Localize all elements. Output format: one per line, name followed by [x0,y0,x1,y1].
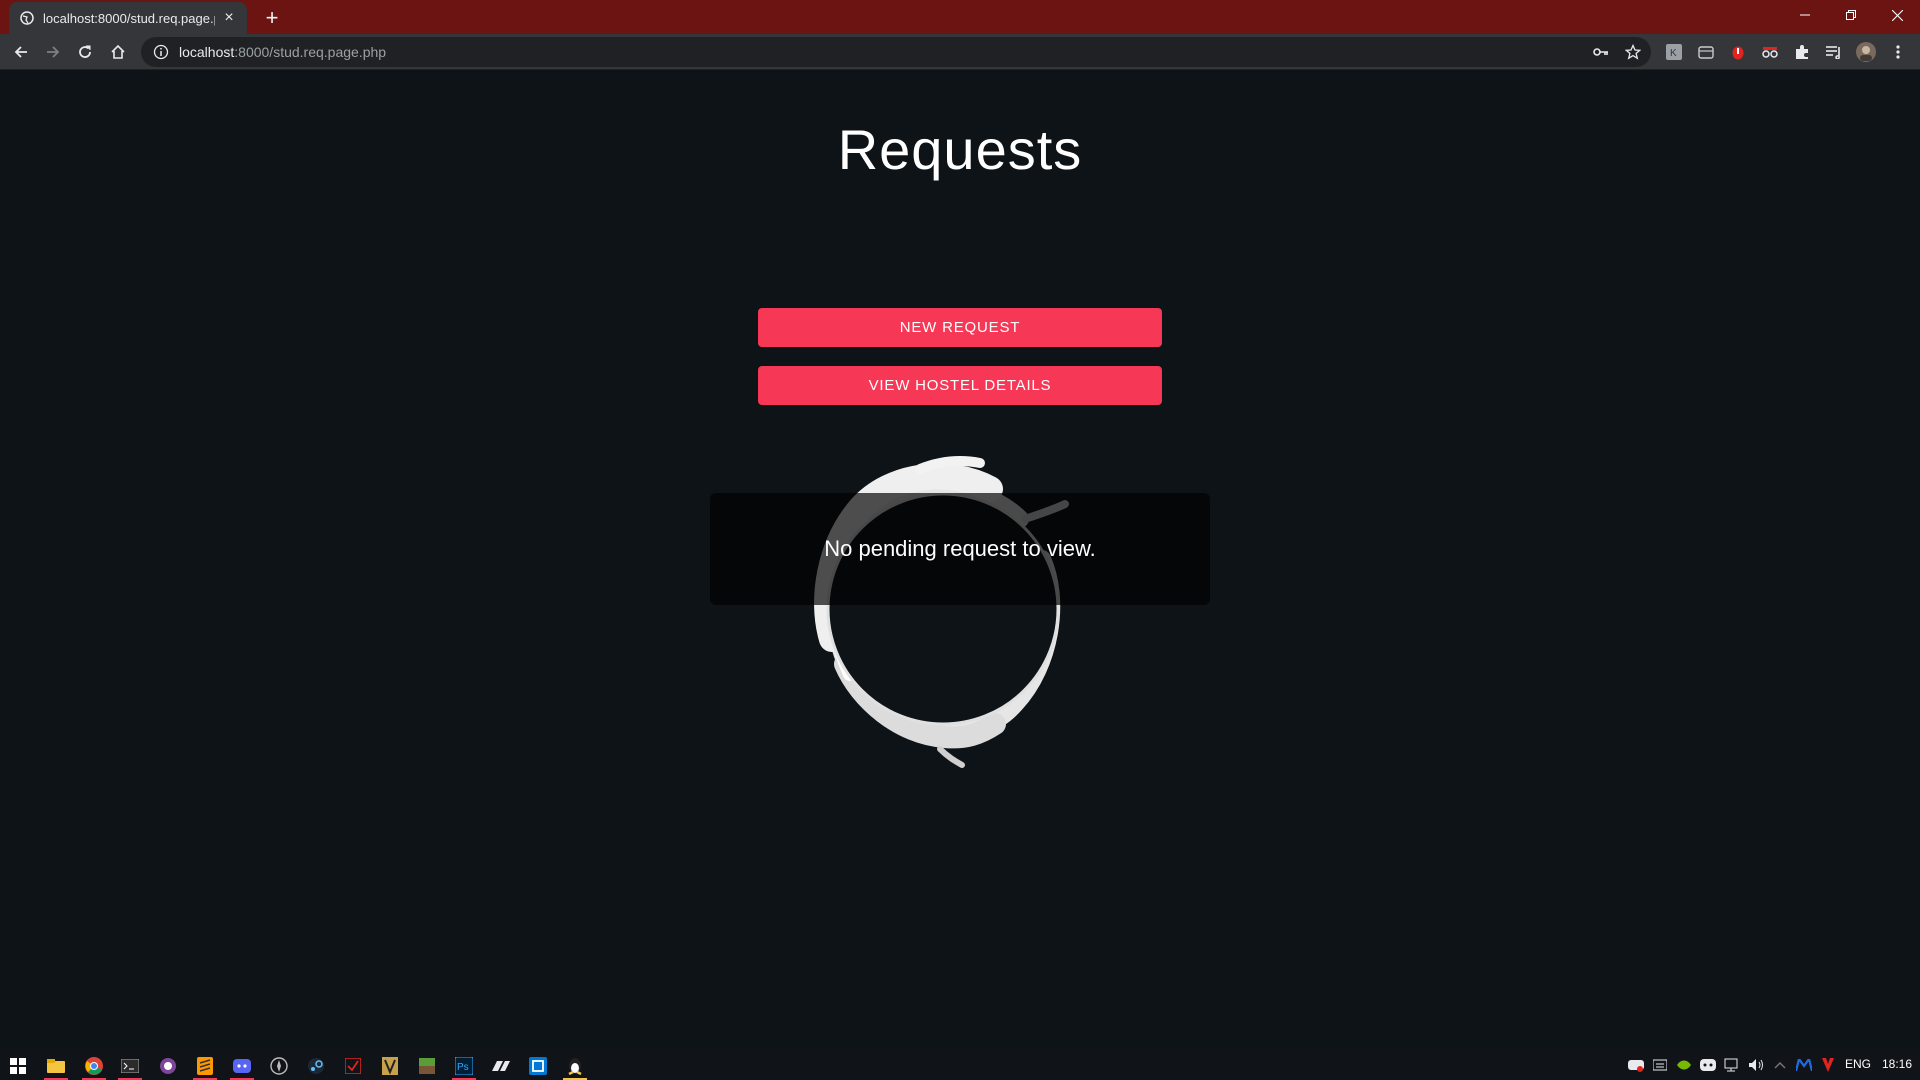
steam-icon[interactable] [298,1052,334,1080]
address-bar[interactable]: localhost :8000/stud.req.page.php [141,37,1651,67]
restore-icon[interactable] [1828,0,1874,30]
language-indicator[interactable]: ENG [1845,1057,1871,1071]
windows-start-icon[interactable] [0,1052,36,1080]
url-host: localhost [179,44,235,60]
linux-penguin-icon[interactable] [557,1052,593,1080]
photoshop-icon[interactable]: Ps [446,1052,482,1080]
close-window-icon[interactable] [1874,0,1920,30]
globe-icon [19,10,35,26]
star-icon[interactable] [1623,42,1643,62]
info-icon[interactable] [153,44,169,60]
check-app-icon[interactable] [335,1052,371,1080]
windows-taskbar: Ps ENG 18:16 [0,1049,1920,1080]
game-launcher-icon[interactable] [372,1052,408,1080]
close-tab-icon[interactable]: × [221,9,237,26]
minecraft-icon[interactable] [409,1052,445,1080]
menu-dots-icon[interactable] [1888,42,1908,62]
tray-app-icon[interactable] [1627,1056,1645,1074]
clock[interactable]: 18:16 [1882,1057,1912,1071]
discord-tray-icon[interactable] [1699,1056,1717,1074]
volume-icon[interactable] [1747,1056,1765,1074]
compass-icon[interactable] [261,1052,297,1080]
chevron-up-icon[interactable] [1771,1056,1789,1074]
puzzle-icon[interactable] [1792,42,1812,62]
browser-tab[interactable]: localhost:8000/stud.req.page.php × [9,2,247,34]
forward-icon[interactable] [39,38,67,66]
home-icon[interactable] [104,38,132,66]
svg-text:Ps: Ps [457,1062,469,1073]
empty-state-message: No pending request to view. [824,536,1096,561]
sublime-text-icon[interactable] [187,1052,223,1080]
back-icon[interactable] [7,38,35,66]
url-path: :8000/stud.req.page.php [234,44,387,60]
extension-spy-icon[interactable] [1760,42,1780,62]
nvidia-icon[interactable] [1675,1056,1693,1074]
browser-toolbar: localhost :8000/stud.req.page.php K [0,34,1920,70]
racing-game-icon[interactable] [483,1052,519,1080]
mail-tray-icon[interactable] [1795,1056,1813,1074]
chrome-icon[interactable] [76,1052,112,1080]
extension-hand-icon[interactable] [1728,42,1748,62]
view-hostel-details-button[interactable]: VIEW HOSTEL DETAILS [758,366,1162,405]
network-icon[interactable] [1723,1056,1741,1074]
extension-box-icon[interactable] [1696,42,1716,62]
tab-title: localhost:8000/stud.req.page.php [43,10,215,26]
minimize-icon[interactable] [1782,0,1828,30]
antivirus-tray-icon[interactable] [1819,1056,1837,1074]
profile-avatar[interactable] [1856,42,1876,62]
media-queue-icon[interactable] [1824,42,1844,62]
svg-text:K: K [1670,48,1677,59]
file-explorer-icon[interactable] [38,1052,74,1080]
new-request-button[interactable]: NEW REQUEST [758,308,1162,347]
empty-state-card: No pending request to view. [710,493,1210,605]
key-icon[interactable] [1591,42,1611,62]
browser-titlebar: localhost:8000/stud.req.page.php × + [0,0,1920,34]
page-content: Requests NEW REQUEST VIEW HOSTEL DETAILS… [0,71,1920,1049]
terminal-icon[interactable] [112,1052,148,1080]
page-title: Requests [837,118,1083,181]
keyboard-tray-icon[interactable] [1651,1056,1669,1074]
reload-icon[interactable] [71,38,99,66]
extension-k-icon[interactable]: K [1664,42,1684,62]
outlook-icon[interactable] [520,1052,556,1080]
new-tab-button[interactable]: + [258,4,286,32]
discord-app-icon[interactable] [224,1052,260,1080]
tor-browser-icon[interactable] [150,1052,186,1080]
